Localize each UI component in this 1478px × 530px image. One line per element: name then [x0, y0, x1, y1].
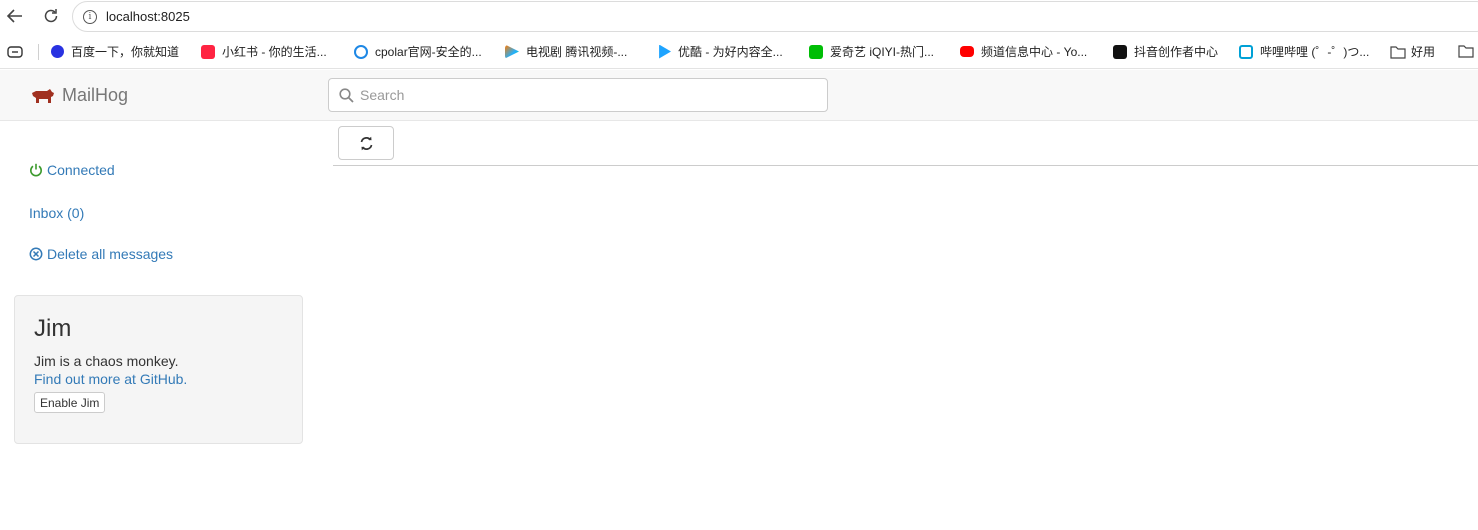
- bookmark-label: 爱奇艺 iQIYI-热门...: [830, 45, 935, 59]
- folder-icon[interactable]: [1458, 44, 1474, 58]
- connected-label: Connected: [47, 162, 115, 178]
- baidu-icon: [51, 45, 64, 58]
- youtube-icon: [960, 46, 974, 57]
- bookmark-youtube[interactable]: 频道信息中心 - Yo...: [960, 43, 1087, 60]
- jim-description: Jim is a chaos monkey.: [34, 353, 179, 369]
- messages-toolbar: [333, 121, 1478, 166]
- bookmark-cpolar[interactable]: cpolar官网-安全的...: [354, 43, 482, 60]
- enable-jim-button[interactable]: Enable Jim: [34, 392, 106, 413]
- folder-icon: [1390, 45, 1406, 59]
- bookmark-label: 抖音创作者中心: [1134, 45, 1219, 59]
- back-button[interactable]: [4, 5, 26, 27]
- remove-circle-icon: [29, 247, 43, 261]
- site-info-icon[interactable]: i: [83, 9, 97, 24]
- inbox-label: Inbox (0): [29, 205, 85, 221]
- bookmark-bilibili[interactable]: 哔哩哔哩 (゜-゜)つ...: [1239, 43, 1369, 60]
- reload-button[interactable]: [40, 5, 62, 27]
- inbox-link[interactable]: Inbox (0): [29, 205, 84, 221]
- app-navbar: MailHog: [0, 70, 1478, 121]
- brand-name: MailHog: [62, 85, 129, 105]
- bilibili-icon: [1239, 44, 1253, 59]
- refresh-icon: [360, 136, 372, 150]
- bookmark-label: 小红书 - 你的生活...: [222, 45, 327, 59]
- bookmark-iqiyi[interactable]: 爱奇艺 iQIYI-热门...: [809, 43, 934, 60]
- address-bar[interactable]: i localhost:8025: [72, 1, 1478, 32]
- address-url: localhost:8025: [106, 9, 190, 24]
- delete-all-link[interactable]: Delete all messages: [29, 246, 173, 262]
- bookmark-douyin[interactable]: 抖音创作者中心: [1113, 43, 1218, 60]
- bookmark-folder-haoyong[interactable]: 好用: [1390, 43, 1435, 60]
- search-input[interactable]: [360, 87, 800, 103]
- search-box[interactable]: [328, 78, 828, 112]
- jim-github-link[interactable]: Find out more at GitHub.: [34, 371, 283, 387]
- cpolar-icon: [354, 44, 368, 59]
- xiaohongshu-icon: [201, 44, 215, 59]
- bookmark-youku[interactable]: 优酷 - 为好内容全...: [657, 43, 783, 60]
- bookmark-tencent-video[interactable]: 电视剧 腾讯视频-...: [505, 43, 627, 60]
- jim-panel: Jim Jim is a chaos monkey. Find out more…: [14, 295, 303, 444]
- bookmark-label: 电视剧 腾讯视频-...: [526, 45, 628, 59]
- refresh-button[interactable]: [338, 126, 394, 160]
- bookmark-separator: [38, 44, 39, 60]
- bookmarks-bar: 百度一下，你就知道 小红书 - 你的生活... cpolar官网-安全的... …: [0, 34, 1478, 69]
- iqiyi-icon: [809, 44, 823, 59]
- youku-icon: [659, 44, 671, 59]
- delete-all-label: Delete all messages: [47, 246, 174, 262]
- bookmark-label: 百度一下，你就知道: [71, 45, 180, 59]
- connection-status[interactable]: Connected: [29, 162, 115, 178]
- back-arrow-icon: [6, 9, 22, 23]
- jim-title: Jim: [34, 315, 72, 342]
- bookmark-label: 频道信息中心 - Yo...: [981, 45, 1088, 59]
- search-icon: [339, 87, 354, 103]
- bookmark-baidu[interactable]: 百度一下，你就知道: [51, 43, 179, 60]
- bookmark-label: cpolar官网-安全的...: [375, 45, 482, 59]
- browser-toolbar: i localhost:8025: [0, 0, 1478, 34]
- tab-search-icon[interactable]: [7, 45, 23, 59]
- tencent-video-icon: [505, 44, 519, 59]
- reload-icon: [44, 9, 58, 23]
- bookmark-label: 哔哩哔哩 (゜-゜)つ...: [1260, 45, 1370, 59]
- power-icon: [30, 163, 42, 177]
- bookmark-xiaohongshu[interactable]: 小红书 - 你的生活...: [201, 43, 327, 60]
- douyin-icon: [1113, 44, 1127, 59]
- bookmark-label: 优酷 - 为好内容全...: [678, 45, 783, 59]
- brand[interactable]: MailHog: [30, 85, 128, 106]
- bookmark-label: 好用: [1411, 45, 1436, 59]
- mailhog-pig-icon: [32, 88, 54, 103]
